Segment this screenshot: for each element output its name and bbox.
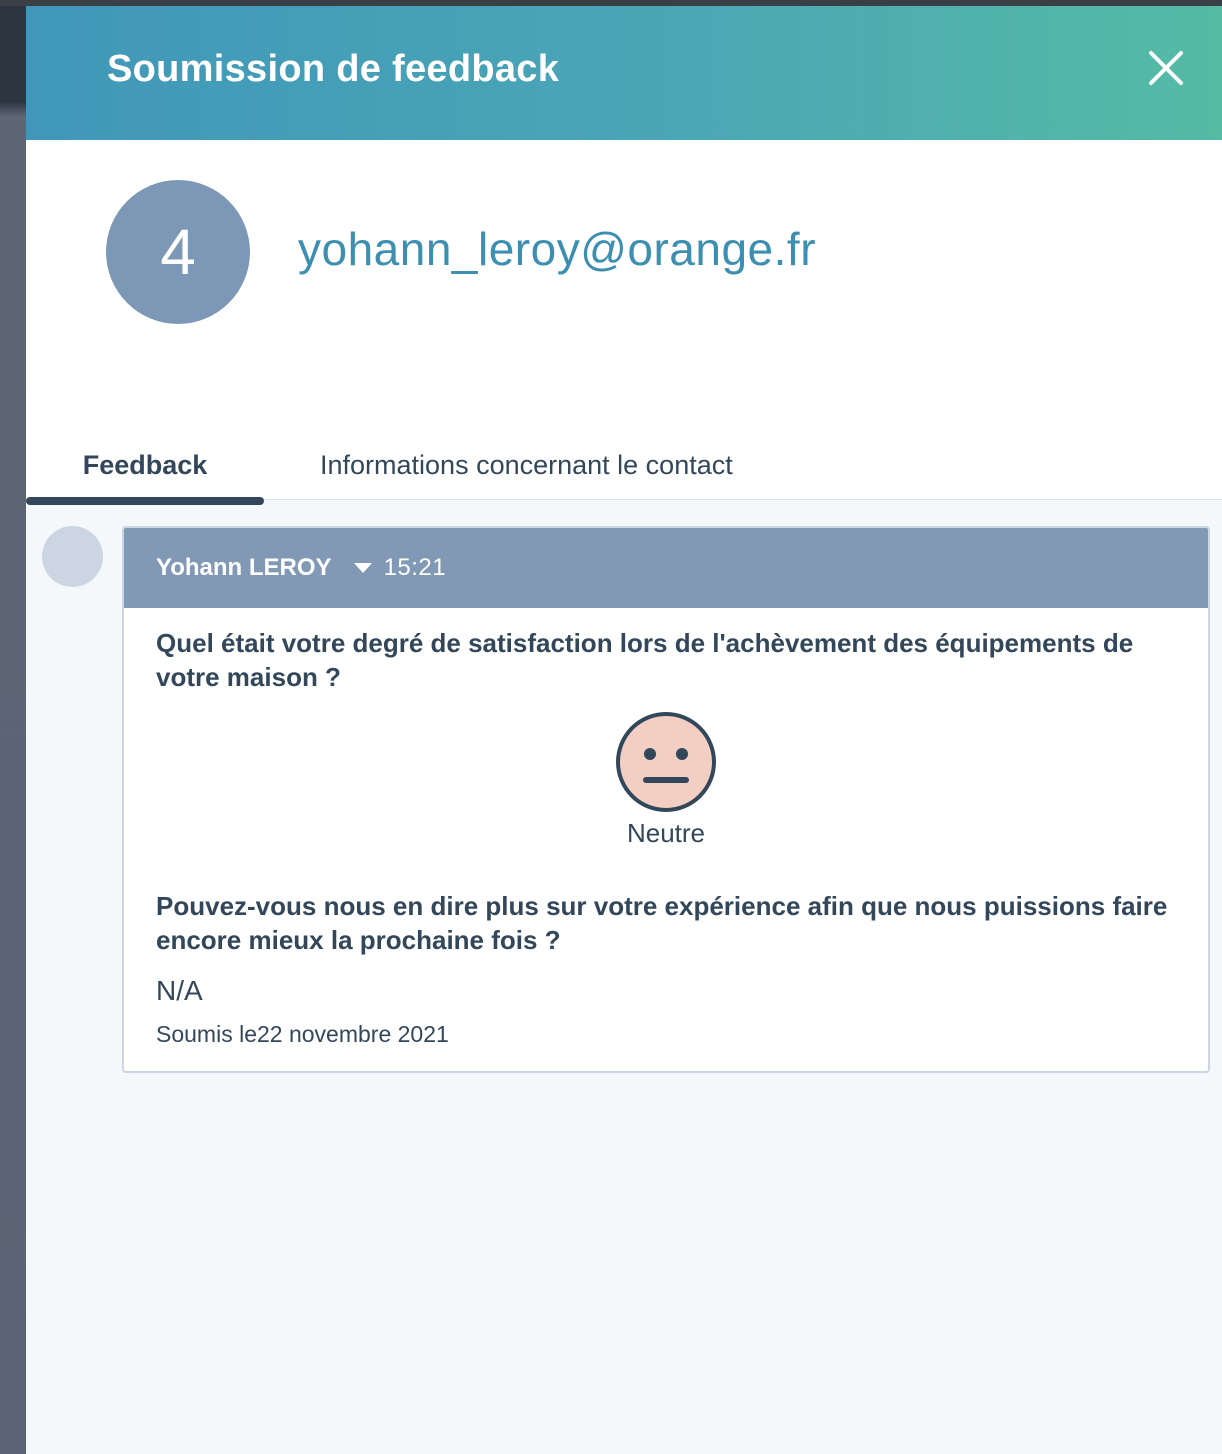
caret-down-icon[interactable] xyxy=(353,563,372,573)
close-button[interactable] xyxy=(1146,48,1186,88)
contact-avatar: 4 xyxy=(106,180,250,324)
tab-bar: Feedback Informations concernant le cont… xyxy=(26,430,1222,505)
contact-email[interactable]: yohann_leroy@orange.fr xyxy=(298,222,816,276)
rating-result: Neutre xyxy=(156,710,1176,849)
question-2: Pouvez-vous nous en dire plus sur votre … xyxy=(156,891,1168,955)
background-page xyxy=(0,0,26,1454)
timeline-avatar xyxy=(42,526,103,587)
rating-label: Neutre xyxy=(626,818,706,848)
answer-2: N/A xyxy=(156,975,203,1006)
question-1: Quel était votre degré de satisfaction l… xyxy=(156,628,1134,692)
card-body: Quel était votre degré de satisfaction l… xyxy=(124,608,1208,1048)
submission-time: 15:21 xyxy=(383,554,447,581)
close-icon xyxy=(1149,51,1183,85)
tab-contact-info-label: Informations concernant le contact xyxy=(320,449,733,480)
tab-feedback[interactable]: Feedback xyxy=(26,430,264,505)
tab-feedback-label: Feedback xyxy=(82,449,208,480)
tab-contact-info[interactable]: Informations concernant le contact xyxy=(320,430,733,500)
feedback-card: Yohann LEROY 15:21 Quel était votre degr… xyxy=(122,526,1210,1073)
neutral-face-icon xyxy=(616,712,716,812)
panel-title: Soumission de feedback xyxy=(107,48,560,90)
contact-summary: 4 yohann_leroy@orange.fr Feedback Inform… xyxy=(26,140,1222,505)
feedback-timeline: Yohann LEROY 15:21 Quel était votre degr… xyxy=(26,500,1222,1400)
submitted-date: Soumis le22 novembre 2021 xyxy=(156,1021,449,1047)
feedback-panel: Soumission de feedback 4 yohann_leroy@or… xyxy=(26,6,1222,1454)
submitter-name[interactable]: Yohann LEROY xyxy=(156,554,332,582)
panel-header: Soumission de feedback xyxy=(26,6,1222,140)
card-header: Yohann LEROY 15:21 xyxy=(124,528,1208,608)
